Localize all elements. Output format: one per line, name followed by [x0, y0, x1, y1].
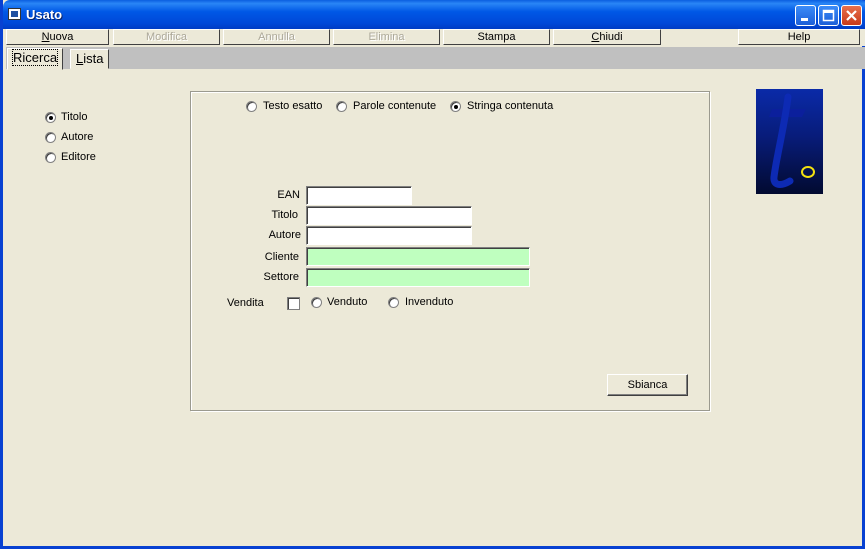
autore-radio[interactable]	[45, 132, 56, 143]
editore-radio-label: Editore	[61, 151, 96, 163]
elimina-button[interactable]: Elimina	[333, 29, 440, 45]
testo-esatto-radio[interactable]	[246, 101, 257, 112]
tab-strip: Ricerca Lista	[6, 47, 865, 70]
minimize-icon	[801, 18, 808, 21]
vendita-checkbox[interactable]	[287, 297, 300, 310]
parole-contenute-radio[interactable]	[336, 101, 347, 112]
stringa-contenuta-radio[interactable]	[450, 101, 461, 112]
stringa-contenuta-label: Stringa contenuta	[467, 100, 554, 112]
autore-label: Autore	[268, 229, 301, 241]
app-logo	[756, 89, 823, 194]
vendita-label: Vendita	[227, 297, 264, 309]
close-button[interactable]	[841, 5, 862, 26]
venduto-label: Venduto	[327, 296, 368, 308]
nuova-button[interactable]: Nuova	[6, 29, 109, 45]
maximize-icon	[822, 9, 835, 22]
titolo-field[interactable]	[306, 206, 472, 225]
testo-esatto-label: Testo esatto	[263, 100, 323, 112]
titolo-radio[interactable]	[45, 112, 56, 123]
title-bar[interactable]: Usato	[3, 0, 865, 29]
autore-field[interactable]	[306, 226, 472, 245]
sbianca-button[interactable]: Sbianca	[607, 374, 688, 396]
app-icon	[8, 8, 21, 20]
close-icon	[846, 10, 857, 21]
ean-label: EAN	[277, 189, 300, 201]
settore-label: Settore	[263, 271, 299, 283]
stampa-button[interactable]: Stampa	[443, 29, 550, 45]
tab-ricerca[interactable]: Ricerca	[7, 48, 64, 70]
cliente-label: Cliente	[264, 251, 299, 263]
settore-field[interactable]	[306, 268, 530, 287]
autore-radio-label: Autore	[61, 131, 94, 143]
titolo-radio-label: Titolo	[61, 111, 88, 123]
ean-field[interactable]	[306, 186, 412, 205]
invenduto-label: Invenduto	[405, 296, 454, 308]
minimize-button[interactable]	[795, 5, 816, 26]
tab-lista[interactable]: Lista	[70, 49, 110, 69]
window-title: Usato	[26, 7, 63, 22]
invenduto-radio[interactable]	[388, 297, 399, 308]
chiudi-button[interactable]: Chiudi	[553, 29, 661, 45]
usato-window: Usato Nuova Modifica Annulla Elimina Sta…	[0, 0, 865, 549]
logo-image	[769, 93, 815, 188]
parole-contenute-label: Parole contenute	[353, 100, 437, 112]
editore-radio[interactable]	[45, 152, 56, 163]
cliente-field[interactable]	[306, 247, 530, 266]
modifica-button[interactable]: Modifica	[113, 29, 220, 45]
venduto-radio[interactable]	[311, 297, 322, 308]
command-bar: Nuova Modifica Annulla Elimina Stampa Ch…	[6, 29, 865, 46]
maximize-button[interactable]	[818, 5, 839, 26]
help-button[interactable]: Help	[738, 29, 860, 45]
titolo-label: Titolo	[271, 209, 299, 221]
annulla-button[interactable]: Annulla	[223, 29, 330, 45]
